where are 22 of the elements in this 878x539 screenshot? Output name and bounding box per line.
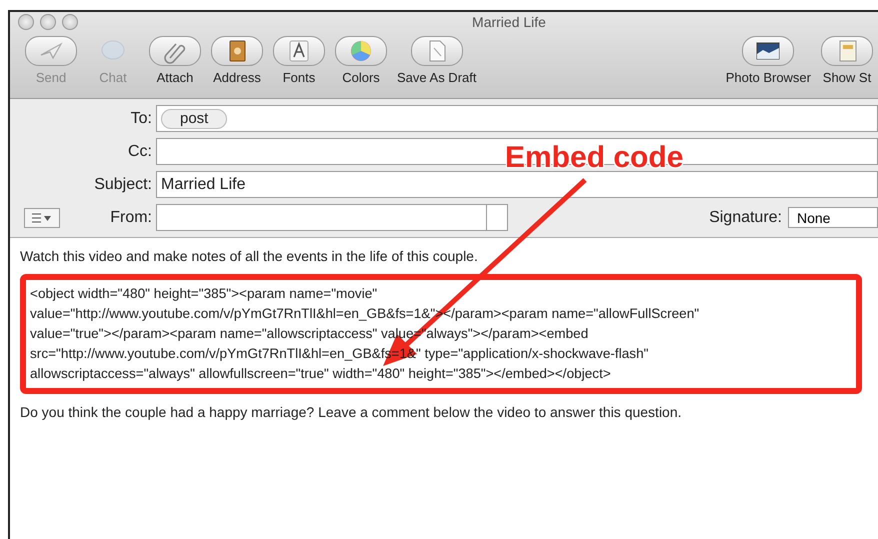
field-label: Signature:	[709, 208, 783, 226]
toolbar-button[interactable]: Photo Browser	[720, 36, 816, 85]
field-label: Subject:	[93, 176, 153, 194]
to-field[interactable]: post	[156, 105, 878, 132]
zoom-button[interactable]	[62, 14, 78, 30]
recipient-token[interactable]: post	[161, 108, 228, 128]
minimize-button[interactable]	[40, 14, 56, 30]
window-title: Married Life	[471, 14, 547, 30]
close-button[interactable]	[18, 14, 34, 30]
from-popup[interactable]	[156, 204, 508, 231]
menu-button[interactable]	[24, 208, 60, 228]
signature-popup[interactable]: None	[788, 207, 878, 228]
field-label: Cc:	[127, 142, 153, 160]
field-label: From:	[109, 208, 153, 226]
body-text: Do you think the couple had a happy marriage? Leave a comment below the video to answer this question.	[20, 404, 683, 420]
code-line: allowscriptaccess="always" allowfullscreen="true" width="480" height="385"></embed></object>	[30, 365, 612, 383]
code-line: <object width="480" height="385"><param name="movie"	[30, 285, 378, 303]
subject-field[interactable]: Married Life	[156, 171, 878, 198]
field-label: To:	[130, 110, 153, 128]
toolbar-button[interactable]: Save As Draft	[392, 36, 482, 85]
body-text: Watch this video and make notes of all the events in the life of this couple.	[20, 248, 479, 264]
menu-icon	[31, 212, 53, 224]
